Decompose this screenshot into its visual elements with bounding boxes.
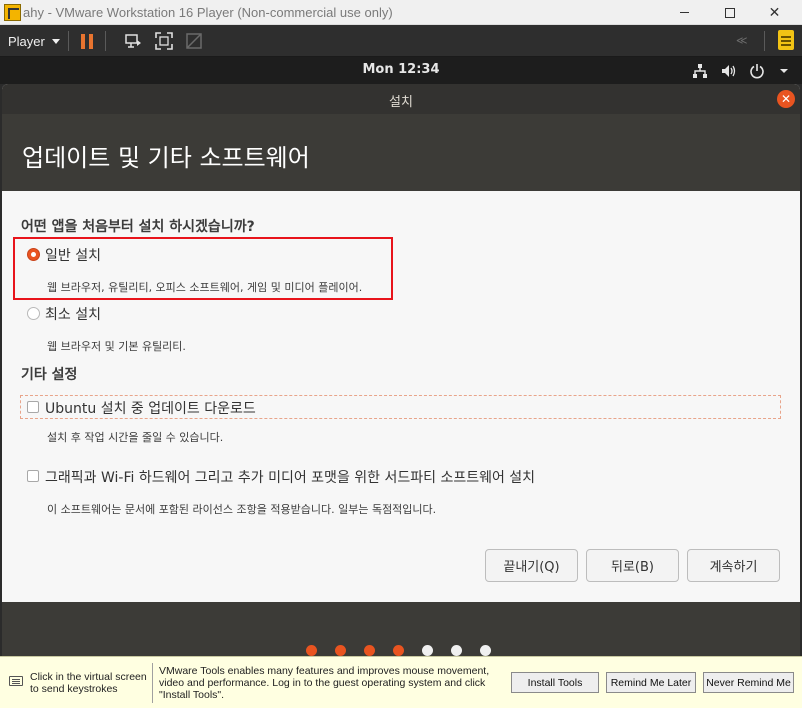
installer-window: 설치 ✕ 업데이트 및 기타 소프트웨어 어떤 앱을 처음부터 설치 하시겠습니…: [2, 84, 800, 656]
notes-icon[interactable]: [778, 30, 794, 50]
back-button[interactable]: 뒤로(B): [586, 549, 679, 582]
quit-button[interactable]: 끝내기(Q): [485, 549, 578, 582]
installer-title: 설치: [389, 95, 413, 110]
tools-message: VMware Tools enables many features and i…: [159, 665, 490, 701]
send-ctrl-alt-del-icon[interactable]: [121, 29, 145, 53]
third-party-software-label[interactable]: 그래픽과 Wi-Fi 하드웨어 그리고 추가 미디어 포맷을 위한 서드파티 소…: [45, 467, 535, 487]
keyboard-icon: [9, 676, 23, 686]
normal-install-label[interactable]: 일반 설치: [45, 245, 101, 265]
power-icon[interactable]: [749, 63, 765, 79]
maximize-button[interactable]: [707, 0, 752, 25]
toolbar-divider: [764, 31, 765, 51]
unity-mode-icon[interactable]: [182, 29, 206, 53]
toolbar-divider: [68, 31, 69, 51]
download-updates-checkbox[interactable]: [27, 401, 39, 413]
network-icon[interactable]: [692, 63, 708, 79]
volume-icon[interactable]: [721, 63, 737, 79]
vmware-titlebar: ahy - VMware Workstation 16 Player (Non-…: [0, 0, 802, 25]
tools-bar-divider: [152, 663, 153, 703]
minimal-install-label[interactable]: 최소 설치: [45, 304, 101, 324]
third-party-software-checkbox[interactable]: [27, 470, 39, 482]
continue-button[interactable]: 계속하기: [687, 549, 780, 582]
progress-dot-done: [393, 645, 404, 656]
chevron-down-icon: [51, 38, 60, 44]
progress-dot-pending: [480, 645, 491, 656]
fullscreen-icon[interactable]: [152, 29, 176, 53]
install-type-question: 어떤 앱을 처음부터 설치 하시겠습니까?: [21, 219, 255, 235]
vmware-logo-icon: [4, 4, 21, 21]
player-menu-label: Player: [8, 33, 45, 49]
progress-dot-done: [364, 645, 375, 656]
progress-dot-done: [335, 645, 346, 656]
normal-install-radio[interactable]: [27, 248, 40, 261]
keystroke-hint: Click in the virtual screen to send keys…: [30, 671, 147, 695]
page-title: 업데이트 및 기타 소프트웨어: [22, 144, 310, 172]
progress-dot-done: [306, 645, 317, 656]
remind-later-button[interactable]: Remind Me Later: [606, 672, 696, 693]
other-settings-title: 기타 설정: [21, 367, 78, 383]
progress-dots: [306, 645, 509, 656]
vmware-toolbar: Player ≪: [0, 25, 802, 57]
installer-header: 업데이트 및 기타 소프트웨어: [2, 114, 800, 191]
close-button[interactable]: ✕: [752, 0, 797, 25]
normal-install-description: 웹 브라우저, 유틸리티, 오피스 소프트웨어, 게임 및 미디어 플레이어.: [47, 281, 363, 294]
progress-dot-pending: [422, 645, 433, 656]
progress-dot-pending: [451, 645, 462, 656]
ubuntu-top-panel: Mon 12:34: [0, 57, 802, 84]
pause-icon[interactable]: [75, 29, 99, 53]
window-title: ahy - VMware Workstation 16 Player (Non-…: [23, 5, 393, 20]
chevron-down-icon[interactable]: [776, 63, 792, 79]
player-menu[interactable]: Player: [0, 29, 62, 53]
installer-content: 어떤 앱을 처음부터 설치 하시겠습니까? 일반 설치 웹 브라우저, 유틸리티…: [2, 191, 800, 602]
rewind-icon[interactable]: ≪: [736, 34, 748, 47]
toolbar-divider: [105, 31, 106, 51]
minimal-install-radio[interactable]: [27, 307, 40, 320]
download-updates-label[interactable]: Ubuntu 설치 중 업데이트 다운로드: [45, 398, 256, 418]
never-remind-button[interactable]: Never Remind Me: [703, 672, 794, 693]
installer-close-button[interactable]: ✕: [777, 90, 795, 108]
minimize-button[interactable]: [662, 0, 707, 25]
install-tools-button[interactable]: Install Tools: [511, 672, 599, 693]
minimal-install-description: 웹 브라우저 및 기본 유틸리티.: [47, 340, 186, 353]
installer-titlebar: 설치 ✕: [2, 84, 800, 114]
clock[interactable]: Mon 12:34: [0, 62, 802, 77]
vmware-tools-bar: Click in the virtual screen to send keys…: [0, 656, 802, 708]
download-updates-description: 설치 후 작업 시간을 줄일 수 있습니다.: [47, 431, 224, 444]
third-party-software-description: 이 소프트웨어는 문서에 포함된 라이선스 조항을 적용받습니다. 일부는 독점…: [47, 503, 437, 516]
